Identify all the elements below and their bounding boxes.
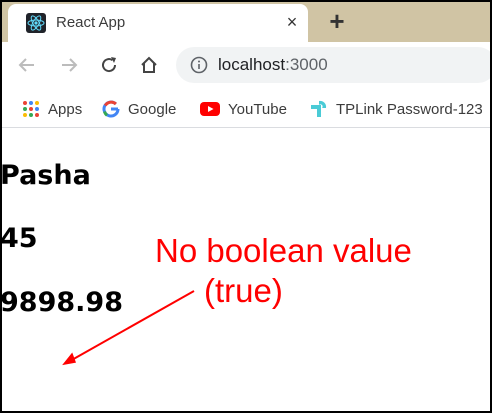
annotation-arrow-icon (62, 290, 195, 366)
forward-button[interactable] (56, 52, 82, 78)
back-arrow-icon (18, 58, 34, 72)
home-icon (141, 56, 157, 73)
bookmark-apps[interactable]: Apps (22, 98, 82, 120)
youtube-icon (200, 102, 220, 116)
page-content: Pasha 45 9898.98 No boolean value (true) (2, 129, 490, 411)
reload-icon (102, 57, 117, 73)
bookmark-label: Google (128, 100, 177, 118)
home-button[interactable] (136, 52, 162, 78)
forward-arrow-icon (62, 58, 78, 72)
reload-button[interactable] (96, 52, 122, 78)
bookmark-tplink[interactable]: TPLink Password-123 (308, 98, 483, 120)
bookmark-google[interactable]: Google (102, 98, 176, 120)
apps-grid-icon (23, 101, 39, 117)
bookmark-label: Apps (48, 100, 83, 118)
tab-close-icon[interactable]: × (282, 12, 302, 32)
back-button[interactable] (14, 52, 40, 78)
bookmarks-bar: Apps Google YouTube TPLink Password-123 (2, 90, 490, 128)
bookmark-label: TPLink Password-123 (336, 100, 483, 118)
tab-react-app[interactable]: React App × (8, 4, 308, 42)
react-logo-icon (26, 13, 46, 33)
tab-strip: React App × + (2, 2, 490, 42)
address-bar[interactable]: localhost:3000 (176, 47, 490, 83)
url-port: :3000 (285, 55, 328, 74)
url-host: localhost (218, 55, 286, 74)
url-text[interactable]: localhost:3000 (218, 55, 328, 75)
tplink-icon (311, 100, 327, 117)
google-g-icon (102, 100, 120, 118)
info-icon[interactable] (190, 56, 208, 74)
bookmark-label: YouTube (228, 100, 287, 118)
bookmark-youtube[interactable]: YouTube (200, 98, 287, 120)
tab-title: React App (56, 14, 126, 31)
browser-toolbar: localhost:3000 (2, 42, 490, 90)
browser-window: React App × + localhost:3000 Apps Google… (2, 2, 490, 411)
new-tab-button[interactable]: + (324, 8, 350, 34)
